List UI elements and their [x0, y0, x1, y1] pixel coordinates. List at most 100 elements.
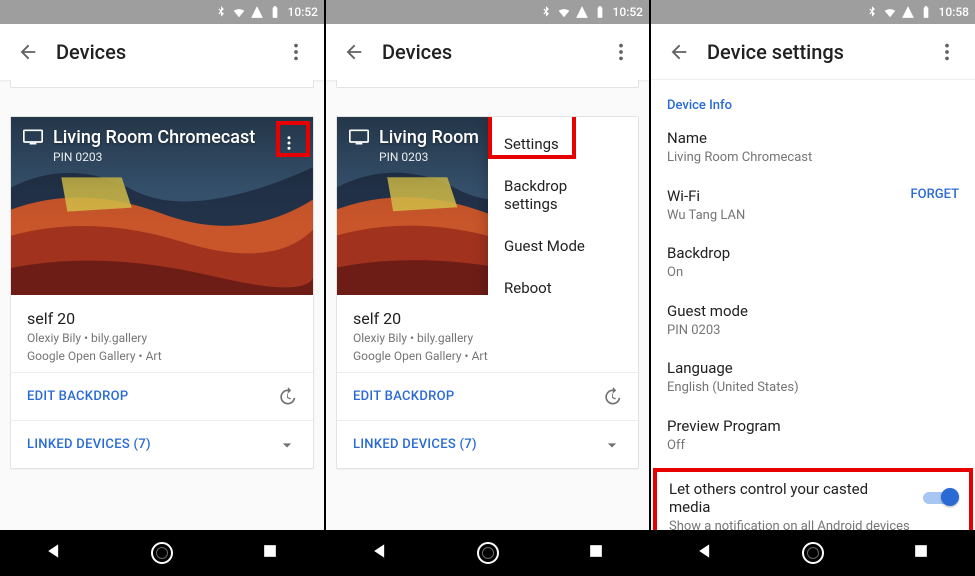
nav-bar: [326, 530, 649, 576]
art-title: self 20: [27, 309, 297, 328]
name-value: Living Room Chromecast: [667, 149, 959, 167]
bluetooth-icon: [539, 5, 553, 19]
back-button[interactable]: [8, 32, 48, 72]
history-icon: [602, 387, 622, 407]
art-byline-1: Olexiy Bily • bily.gallery: [353, 330, 622, 346]
row-preview-program[interactable]: Preview Program Off: [667, 407, 959, 465]
nav-home[interactable]: [477, 542, 499, 564]
nav-back[interactable]: [370, 541, 390, 565]
overflow-button[interactable]: [276, 32, 316, 72]
wifi-icon: [232, 5, 246, 19]
nav-bar: [0, 530, 324, 576]
device-hero[interactable]: Living Room Chromecast PIN 0203: [11, 117, 313, 295]
overflow-button[interactable]: [927, 32, 967, 72]
menu-item-backdrop-settings[interactable]: Backdrop settings: [488, 165, 638, 225]
art-title: self 20: [353, 309, 622, 328]
guest-mode-value: PIN 0203: [667, 322, 959, 340]
linked-devices-label: LINKED DEVICES (7): [353, 437, 477, 452]
card-stub: [10, 80, 314, 88]
menu-item-reboot[interactable]: Reboot: [488, 267, 638, 295]
linked-devices-row[interactable]: LINKED DEVICES (7): [11, 420, 313, 468]
device-pin: PIN 0203: [53, 150, 273, 164]
status-bar: 10:52: [0, 0, 324, 24]
section-device-info: Device Info: [667, 98, 959, 113]
row-let-others-control[interactable]: Let others control your casted media Sho…: [669, 478, 957, 530]
cast-icon: [349, 129, 369, 145]
bluetooth-icon: [865, 5, 879, 19]
nav-bar: [651, 530, 975, 576]
language-value: English (United States): [667, 379, 959, 397]
edit-backdrop-row[interactable]: EDIT BACKDROP: [11, 372, 313, 420]
clock: 10:52: [613, 5, 643, 19]
clock: 10:58: [939, 5, 969, 19]
app-bar: Device settings: [651, 24, 975, 80]
backdrop-value: On: [667, 264, 959, 282]
menu-item-guest-mode[interactable]: Guest Mode: [488, 225, 638, 267]
let-others-title: Let others control your casted media: [669, 480, 957, 516]
row-backdrop[interactable]: Backdrop On: [667, 234, 959, 292]
battery-icon: [919, 5, 933, 19]
history-icon: [277, 387, 297, 407]
art-byline-2: Google Open Gallery • Art: [27, 348, 297, 364]
device-name: Living Room Chromecast: [53, 127, 273, 148]
edit-backdrop-label: EDIT BACKDROP: [353, 389, 454, 404]
app-bar: Devices: [0, 24, 324, 80]
row-guest-mode[interactable]: Guest mode PIN 0203: [667, 292, 959, 350]
wifi-icon: [883, 5, 897, 19]
art-byline-2: Google Open Gallery • Art: [353, 348, 622, 364]
page-title: Device settings: [707, 40, 927, 64]
status-bar: 10:52: [326, 0, 649, 24]
nav-back[interactable]: [695, 541, 715, 565]
nav-recent[interactable]: [911, 541, 931, 565]
row-language[interactable]: Language English (United States): [667, 349, 959, 407]
back-button[interactable]: [659, 32, 699, 72]
backdrop-label: Backdrop: [667, 244, 959, 262]
row-name[interactable]: Name Living Room Chromecast: [667, 119, 959, 177]
nav-back[interactable]: [44, 541, 64, 565]
nav-home[interactable]: [151, 542, 173, 564]
nav-recent[interactable]: [260, 541, 280, 565]
signal-icon: [575, 5, 589, 19]
clock: 10:52: [288, 5, 318, 19]
device-hero[interactable]: Living Room PIN 0203 Settings Backdrop s…: [337, 117, 638, 295]
let-others-toggle[interactable]: [923, 488, 957, 506]
bluetooth-icon: [214, 5, 228, 19]
battery-icon: [268, 5, 282, 19]
preview-program-label: Preview Program: [667, 417, 959, 435]
card-stub: [336, 80, 639, 88]
wifi-forget-button[interactable]: FORGET: [910, 187, 959, 202]
page-title: Devices: [56, 40, 276, 64]
guest-mode-label: Guest mode: [667, 302, 959, 320]
chevron-down-icon: [277, 435, 297, 455]
nav-recent[interactable]: [586, 541, 606, 565]
status-bar: 10:58: [651, 0, 975, 24]
highlight-let-others: Let others control your casted media Sho…: [653, 468, 973, 530]
back-button[interactable]: [334, 32, 374, 72]
edit-backdrop-row[interactable]: EDIT BACKDROP: [337, 372, 638, 420]
overflow-button[interactable]: [601, 32, 641, 72]
let-others-body: Show a notification on all Android devic…: [669, 518, 957, 530]
page-title: Devices: [382, 40, 601, 64]
linked-devices-row[interactable]: LINKED DEVICES (7): [337, 420, 638, 468]
name-label: Name: [667, 129, 959, 147]
menu-item-settings[interactable]: Settings: [488, 123, 638, 165]
wifi-value: Wu Tang LAN: [667, 207, 959, 225]
art-byline-1: Olexiy Bily • bily.gallery: [27, 330, 297, 346]
language-label: Language: [667, 359, 959, 377]
edit-backdrop-label: EDIT BACKDROP: [27, 389, 128, 404]
device-overflow-menu: Settings Backdrop settings Guest Mode Re…: [488, 117, 638, 295]
cast-icon: [23, 129, 43, 145]
chevron-down-icon: [602, 435, 622, 455]
device-overflow-button[interactable]: [273, 127, 305, 159]
linked-devices-label: LINKED DEVICES (7): [27, 437, 151, 452]
wifi-icon: [557, 5, 571, 19]
signal-icon: [250, 5, 264, 19]
device-card: Living Room PIN 0203 Settings Backdrop s…: [336, 116, 639, 469]
battery-icon: [593, 5, 607, 19]
row-wifi[interactable]: Wi-Fi Wu Tang LAN FORGET: [667, 177, 959, 235]
app-bar: Devices: [326, 24, 649, 80]
device-card: Living Room Chromecast PIN 0203 self 20 …: [10, 116, 314, 469]
nav-home[interactable]: [802, 542, 824, 564]
preview-program-value: Off: [667, 437, 959, 455]
signal-icon: [901, 5, 915, 19]
